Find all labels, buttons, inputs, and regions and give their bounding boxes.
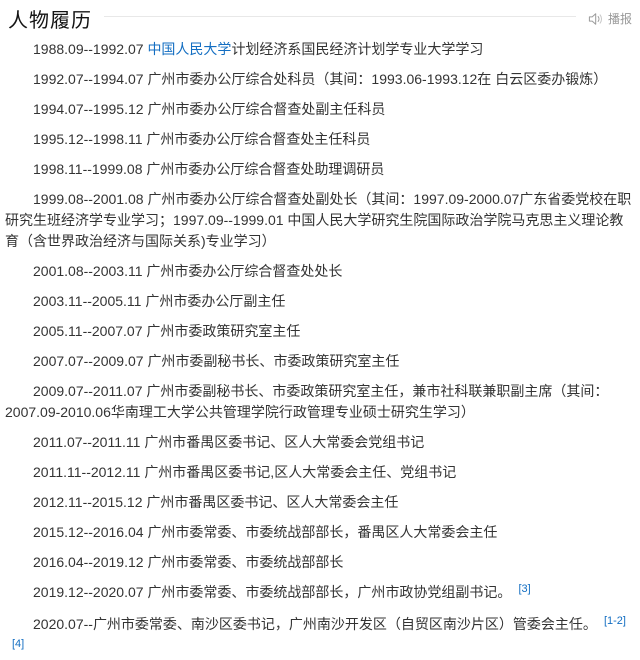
entry-period: 2001.08--2003.11: [33, 263, 147, 279]
broadcast-label: 播报: [607, 12, 632, 26]
entry-text: 广州市委政策研究室主任: [146, 323, 301, 339]
resume-entry: 2020.07--广州市委常委、南沙区委书记，广州南沙开发区（自贸区南沙片区）管…: [5, 614, 634, 660]
entry-text: 广州市委常委、南沙区委书记，广州南沙开发区（自贸区南沙片区）管委会主任。: [92, 616, 597, 632]
entry-text: 计划经济系国民经济计划学专业大学学习: [231, 41, 484, 57]
entry-text: 广州市委常委、市委统战部部长，广州市政协党组副书记。: [147, 584, 512, 600]
resume-list: 1988.09--1992.07 中国人民大学计划经济系国民经济计划学专业大学学…: [0, 34, 640, 660]
entry-text: 广州市番禺区委书记,区人大常委会主任、党组书记: [144, 464, 457, 480]
broadcast-button[interactable]: 播报: [588, 10, 632, 27]
entry-text: 广州市委办公厅综合督查处副主任科员: [147, 101, 386, 117]
resume-entry: 2001.08--2003.11 广州市委办公厅综合督查处处长: [5, 261, 634, 282]
entry-period: 1998.11--1999.08: [33, 161, 147, 177]
resume-entry: 1998.11--1999.08 广州市委办公厅综合督查处助理调研员: [5, 159, 634, 180]
entry-text: 广州市委常委、市委统战部部长: [147, 554, 344, 570]
resume-entry: 2012.11--2015.12 广州市番禺区委书记、区人大常委会主任: [5, 492, 634, 513]
resume-entry: 1992.07--1994.07 广州市委办公厅综合处科员（其间：1993.06…: [5, 69, 634, 90]
entry-period: 2005.11--2007.07: [33, 323, 147, 339]
entry-text: 广州市委办公厅综合督查处主任科员: [146, 131, 371, 147]
resume-entry: 2015.12--2016.04 广州市委常委、市委统战部部长，番禺区人大常委会…: [5, 522, 634, 543]
entity-link[interactable]: 中国人民大学: [147, 41, 231, 57]
resume-entry: 2009.07--2011.07 广州市委副秘书长、市委政策研究室主任，兼市社科…: [5, 381, 634, 423]
entry-text: 广州市委常委、市委统战部部长，番禺区人大常委会主任: [147, 524, 498, 540]
entry-text: 广州市委办公厅综合督查处助理调研员: [146, 161, 385, 177]
resume-entry: 2011.07--2011.11 广州市番禺区委书记、区人大常委会党组书记: [5, 432, 634, 453]
speaker-icon: [588, 12, 603, 26]
entry-period: 2019.12--2020.07: [33, 584, 148, 600]
resume-entry: 2007.07--2009.07 广州市委副秘书长、市委政策研究室主任: [5, 351, 634, 372]
entry-period: 2015.12--2016.04: [33, 524, 148, 540]
entry-period: 2011.11--2012.11: [33, 464, 145, 480]
section-title: 人物履历: [8, 9, 92, 32]
entry-text: 广州市委办公厅综合处科员（其间：1993.06-1993.12在 白云区委办锻炼…: [147, 71, 608, 87]
resume-entry: 2003.11--2005.11 广州市委办公厅副主任: [5, 291, 634, 312]
resume-entry: 2019.12--2020.07 广州市委常委、市委统战部部长，广州市政协党组副…: [5, 582, 634, 605]
reference-link[interactable]: [3]: [518, 583, 530, 595]
resume-entry: 1994.07--1995.12 广州市委办公厅综合督查处副主任科员: [5, 99, 634, 120]
entry-text: 广州市委办公厅综合督查处处长: [146, 263, 343, 279]
entry-text: 广州市委副秘书长、市委政策研究室主任: [147, 353, 400, 369]
entry-refs: [3]: [511, 583, 530, 600]
entry-period: 1988.09--1992.07: [33, 41, 148, 57]
entry-period: 1995.12--1998.11: [33, 131, 147, 147]
entry-text: 广州市委办公厅副主任: [145, 293, 286, 309]
resume-entry: 2016.04--2019.12 广州市委常委、市委统战部部长: [5, 552, 634, 573]
resume-entry: 2005.11--2007.07 广州市委政策研究室主任: [5, 321, 634, 342]
reference-link[interactable]: [1-2]: [604, 615, 626, 627]
resume-entry: 1988.09--1992.07 中国人民大学计划经济系国民经济计划学专业大学学…: [5, 39, 634, 60]
entry-period: 1992.07--1994.07: [33, 71, 148, 87]
entry-period: 2012.11--2015.12: [33, 494, 147, 510]
entry-period: 2016.04--2019.12: [33, 554, 148, 570]
entry-period: 2020.07--: [33, 616, 93, 632]
resume-entry: 1995.12--1998.11 广州市委办公厅综合督查处主任科员: [5, 129, 634, 150]
entry-text: 广州市番禺区委书记、区人大常委会主任: [146, 494, 399, 510]
entry-text: 广州市番禺区委书记、区人大常委会党组书记: [144, 434, 425, 450]
entry-period: 1994.07--1995.12: [33, 101, 148, 117]
entry-period: 2009.07--2011.07: [33, 383, 147, 399]
resume-entry: 1999.08--2001.08 广州市委办公厅综合督查处副处长（其间：1997…: [5, 189, 634, 252]
entry-period: 2003.11--2005.11: [33, 293, 146, 309]
entry-period: 2007.07--2009.07: [33, 353, 148, 369]
header-divider: [104, 16, 576, 17]
resume-entry: 2011.11--2012.11 广州市番禺区委书记,区人大常委会主任、党组书记: [5, 462, 634, 483]
reference-link[interactable]: [4]: [12, 638, 24, 650]
entry-period: 2011.07--2011.11: [33, 434, 145, 450]
section-header: 人物履历 播报: [0, 0, 640, 34]
entry-period: 1999.08--2001.08: [33, 191, 148, 207]
